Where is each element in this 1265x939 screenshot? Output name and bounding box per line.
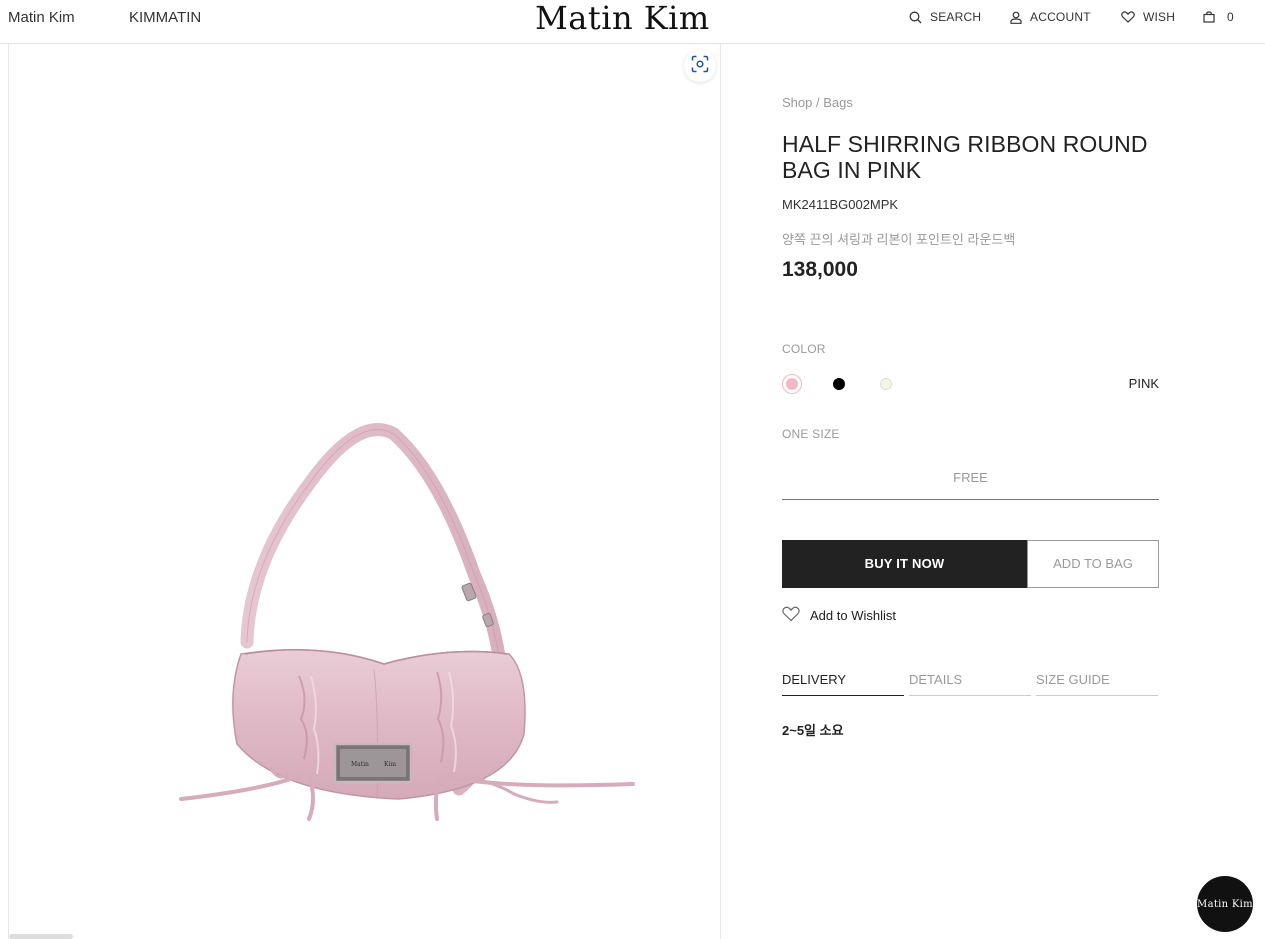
bag-badge-right: Kim	[384, 761, 396, 768]
site-logo[interactable]: Matin Kim	[535, 0, 710, 37]
tab-delivery[interactable]: DELIVERY	[782, 672, 904, 696]
tab-size-guide[interactable]: SIZE GUIDE	[1036, 672, 1158, 696]
product-code: MK2411BG002MPK	[782, 197, 899, 212]
zoom-scan-icon	[691, 55, 709, 78]
search-label: SEARCH	[930, 10, 982, 24]
tab-details[interactable]: DETAILS	[909, 672, 1031, 696]
heart-outline-icon	[782, 606, 800, 625]
add-to-wishlist-button[interactable]: Add to Wishlist	[782, 606, 896, 625]
product-title: HALF SHIRRING RIBBON ROUND BAG IN PINK	[782, 131, 1148, 183]
product-image-panel: Matin Kim	[8, 44, 721, 939]
wishlist-label: Add to Wishlist	[810, 608, 896, 623]
size-select[interactable]: FREE	[782, 460, 1159, 500]
account-button[interactable]: ACCOUNT	[1010, 10, 1091, 24]
swatch-dot-pink	[786, 378, 798, 390]
cart-count: 0	[1227, 10, 1234, 24]
product-price: 138,000	[782, 258, 858, 281]
color-swatch-pink[interactable]	[782, 374, 802, 394]
nav-brand-kimmatin[interactable]: KIMMATIN	[129, 9, 201, 26]
search-button[interactable]: SEARCH	[909, 10, 981, 24]
selected-color-name: PINK	[1128, 376, 1159, 391]
swatch-dot-ivory	[880, 378, 892, 390]
product-description: 양쪽 끈의 셔링과 리본이 포인트인 라운드백	[782, 232, 1016, 247]
heart-icon	[1121, 11, 1135, 23]
color-swatch-ivory[interactable]	[876, 374, 896, 394]
scrollbar-thumb[interactable]	[9, 934, 73, 939]
add-to-bag-button[interactable]: ADD TO BAG	[1027, 540, 1159, 588]
nav-brand-matin-kim[interactable]: Matin Kim	[8, 9, 75, 26]
breadcrumb[interactable]: Shop / Bags	[782, 95, 853, 110]
size-label: ONE SIZE	[782, 427, 840, 441]
buy-now-button[interactable]: BUY IT NOW	[782, 540, 1027, 588]
color-label: COLOR	[782, 342, 826, 356]
swatch-dot-black	[833, 378, 845, 390]
account-label: ACCOUNT	[1030, 10, 1091, 24]
delivery-info: 2~5일 소요	[782, 723, 844, 738]
color-swatch-black[interactable]	[829, 374, 849, 394]
site-header: Matin Kim KIMMATIN Matin Kim SEARCH ACCO…	[0, 0, 1265, 44]
wish-label: WISH	[1143, 10, 1176, 24]
info-tabs: DELIVERY DETAILS SIZE GUIDE	[782, 672, 1159, 696]
bag-badge-left: Matin	[351, 761, 369, 768]
user-icon	[1010, 11, 1022, 24]
floating-chat-button[interactable]: Matin Kim	[1197, 876, 1253, 932]
bag-icon	[1203, 11, 1215, 23]
search-icon	[909, 11, 922, 24]
zoom-button[interactable]	[684, 50, 716, 82]
wish-button[interactable]: WISH	[1121, 10, 1175, 24]
cart-button[interactable]: 0	[1203, 10, 1234, 24]
product-image[interactable]: Matin Kim	[159, 414, 639, 834]
